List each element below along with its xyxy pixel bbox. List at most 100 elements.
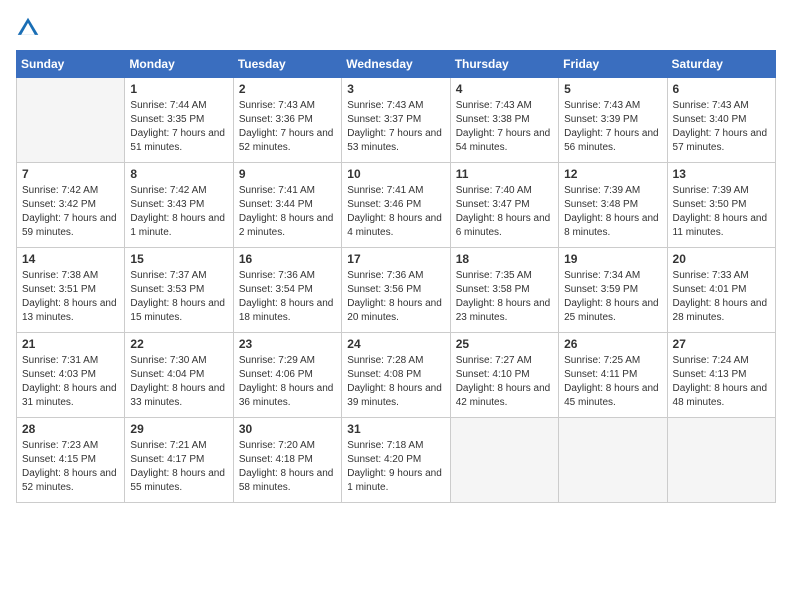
calendar-table: SundayMondayTuesdayWednesdayThursdayFrid… xyxy=(16,50,776,503)
day-number: 14 xyxy=(22,252,119,266)
calendar-cell: 6 Sunrise: 7:43 AM Sunset: 3:40 PM Daylig… xyxy=(667,78,775,163)
cell-content: Sunrise: 7:29 AM Sunset: 4:06 PM Dayligh… xyxy=(239,354,336,410)
calendar-cell: 15 Sunrise: 7:37 AM Sunset: 3:53 PM Dayli… xyxy=(125,248,233,333)
cell-content: Sunrise: 7:41 AM Sunset: 3:46 PM Dayligh… xyxy=(347,184,444,240)
day-number: 2 xyxy=(239,82,336,96)
day-number: 21 xyxy=(22,337,119,351)
cell-content: Sunrise: 7:21 AM Sunset: 4:17 PM Dayligh… xyxy=(130,439,227,495)
cell-content: Sunrise: 7:38 AM Sunset: 3:51 PM Dayligh… xyxy=(22,269,119,325)
calendar-cell xyxy=(667,418,775,503)
day-number: 11 xyxy=(456,167,553,181)
day-number: 15 xyxy=(130,252,227,266)
cell-content: Sunrise: 7:44 AM Sunset: 3:35 PM Dayligh… xyxy=(130,99,227,155)
day-number: 22 xyxy=(130,337,227,351)
day-number: 8 xyxy=(130,167,227,181)
calendar-cell: 21Sunrise: 7:31 AM Sunset: 4:03 PM Dayli… xyxy=(17,333,125,418)
day-number: 18 xyxy=(456,252,553,266)
calendar-cell: 27 Sunrise: 7:24 AM Sunset: 4:13 PM Dayli… xyxy=(667,333,775,418)
calendar-cell: 2 Sunrise: 7:43 AM Sunset: 3:36 PM Daylig… xyxy=(233,78,341,163)
cell-content: Sunrise: 7:20 AM Sunset: 4:18 PM Dayligh… xyxy=(239,439,336,495)
calendar-cell: 19Sunrise: 7:34 AM Sunset: 3:59 PM Dayli… xyxy=(559,248,667,333)
cell-content: Sunrise: 7:43 AM Sunset: 3:37 PM Dayligh… xyxy=(347,99,444,155)
day-number: 23 xyxy=(239,337,336,351)
day-number: 7 xyxy=(22,167,119,181)
calendar-cell: 3 Sunrise: 7:43 AM Sunset: 3:37 PM Daylig… xyxy=(342,78,450,163)
calendar-cell: 1 Sunrise: 7:44 AM Sunset: 3:35 PM Daylig… xyxy=(125,78,233,163)
week-row-2: 7 Sunrise: 7:42 AM Sunset: 3:42 PM Daylig… xyxy=(17,163,776,248)
cell-content: Sunrise: 7:43 AM Sunset: 3:36 PM Dayligh… xyxy=(239,99,336,155)
logo-icon xyxy=(16,16,40,40)
calendar-cell xyxy=(450,418,558,503)
calendar-cell: 20 Sunrise: 7:33 AM Sunset: 4:01 PM Dayli… xyxy=(667,248,775,333)
day-number: 6 xyxy=(673,82,770,96)
calendar-cell: 5 Sunrise: 7:43 AM Sunset: 3:39 PM Daylig… xyxy=(559,78,667,163)
day-number: 28 xyxy=(22,422,119,436)
day-number: 13 xyxy=(673,167,770,181)
calendar-cell: 10 Sunrise: 7:41 AM Sunset: 3:46 PM Dayli… xyxy=(342,163,450,248)
calendar-cell: 17 Sunrise: 7:36 AM Sunset: 3:56 PM Dayli… xyxy=(342,248,450,333)
cell-content: Sunrise: 7:23 AM Sunset: 4:15 PM Dayligh… xyxy=(22,439,119,495)
day-header-thursday: Thursday xyxy=(450,51,558,78)
day-number: 1 xyxy=(130,82,227,96)
day-number: 27 xyxy=(673,337,770,351)
cell-content: Sunrise: 7:39 AM Sunset: 3:50 PM Dayligh… xyxy=(673,184,770,240)
calendar-cell: 22 Sunrise: 7:30 AM Sunset: 4:04 PM Dayli… xyxy=(125,333,233,418)
week-row-5: 28 Sunrise: 7:23 AM Sunset: 4:15 PM Dayli… xyxy=(17,418,776,503)
calendar-cell: 29 Sunrise: 7:21 AM Sunset: 4:17 PM Dayli… xyxy=(125,418,233,503)
day-number: 10 xyxy=(347,167,444,181)
calendar-cell: 8 Sunrise: 7:42 AM Sunset: 3:43 PM Daylig… xyxy=(125,163,233,248)
day-number: 5 xyxy=(564,82,661,96)
calendar-cell: 11 Sunrise: 7:40 AM Sunset: 3:47 PM Dayli… xyxy=(450,163,558,248)
calendar-cell: 13 Sunrise: 7:39 AM Sunset: 3:50 PM Dayli… xyxy=(667,163,775,248)
cell-content: Sunrise: 7:36 AM Sunset: 3:56 PM Dayligh… xyxy=(347,269,444,325)
day-header-tuesday: Tuesday xyxy=(233,51,341,78)
calendar-cell: 26 Sunrise: 7:25 AM Sunset: 4:11 PM Dayli… xyxy=(559,333,667,418)
calendar-cell: 4Sunrise: 7:43 AM Sunset: 3:38 PM Daylig… xyxy=(450,78,558,163)
calendar-cell xyxy=(559,418,667,503)
day-header-sunday: Sunday xyxy=(17,51,125,78)
day-header-wednesday: Wednesday xyxy=(342,51,450,78)
logo xyxy=(16,16,44,40)
cell-content: Sunrise: 7:42 AM Sunset: 3:42 PM Dayligh… xyxy=(22,184,119,240)
cell-content: Sunrise: 7:33 AM Sunset: 4:01 PM Dayligh… xyxy=(673,269,770,325)
week-row-4: 21Sunrise: 7:31 AM Sunset: 4:03 PM Dayli… xyxy=(17,333,776,418)
cell-content: Sunrise: 7:36 AM Sunset: 3:54 PM Dayligh… xyxy=(239,269,336,325)
calendar-cell xyxy=(17,78,125,163)
day-number: 31 xyxy=(347,422,444,436)
cell-content: Sunrise: 7:43 AM Sunset: 3:38 PM Dayligh… xyxy=(456,99,553,155)
calendar-cell: 23 Sunrise: 7:29 AM Sunset: 4:06 PM Dayli… xyxy=(233,333,341,418)
calendar-cell: 28 Sunrise: 7:23 AM Sunset: 4:15 PM Dayli… xyxy=(17,418,125,503)
day-number: 9 xyxy=(239,167,336,181)
day-number: 25 xyxy=(456,337,553,351)
day-header-friday: Friday xyxy=(559,51,667,78)
day-number: 17 xyxy=(347,252,444,266)
cell-content: Sunrise: 7:40 AM Sunset: 3:47 PM Dayligh… xyxy=(456,184,553,240)
cell-content: Sunrise: 7:39 AM Sunset: 3:48 PM Dayligh… xyxy=(564,184,661,240)
calendar-header-row: SundayMondayTuesdayWednesdayThursdayFrid… xyxy=(17,51,776,78)
cell-content: Sunrise: 7:30 AM Sunset: 4:04 PM Dayligh… xyxy=(130,354,227,410)
calendar-cell: 24Sunrise: 7:28 AM Sunset: 4:08 PM Dayli… xyxy=(342,333,450,418)
calendar-cell: 30 Sunrise: 7:20 AM Sunset: 4:18 PM Dayli… xyxy=(233,418,341,503)
cell-content: Sunrise: 7:35 AM Sunset: 3:58 PM Dayligh… xyxy=(456,269,553,325)
cell-content: Sunrise: 7:18 AM Sunset: 4:20 PM Dayligh… xyxy=(347,439,444,495)
day-header-saturday: Saturday xyxy=(667,51,775,78)
cell-content: Sunrise: 7:43 AM Sunset: 3:40 PM Dayligh… xyxy=(673,99,770,155)
day-number: 20 xyxy=(673,252,770,266)
cell-content: Sunrise: 7:28 AM Sunset: 4:08 PM Dayligh… xyxy=(347,354,444,410)
day-number: 26 xyxy=(564,337,661,351)
day-header-monday: Monday xyxy=(125,51,233,78)
cell-content: Sunrise: 7:43 AM Sunset: 3:39 PM Dayligh… xyxy=(564,99,661,155)
week-row-3: 14 Sunrise: 7:38 AM Sunset: 3:51 PM Dayli… xyxy=(17,248,776,333)
calendar-cell: 12Sunrise: 7:39 AM Sunset: 3:48 PM Dayli… xyxy=(559,163,667,248)
cell-content: Sunrise: 7:24 AM Sunset: 4:13 PM Dayligh… xyxy=(673,354,770,410)
calendar-cell: 16Sunrise: 7:36 AM Sunset: 3:54 PM Dayli… xyxy=(233,248,341,333)
day-number: 3 xyxy=(347,82,444,96)
day-number: 29 xyxy=(130,422,227,436)
cell-content: Sunrise: 7:37 AM Sunset: 3:53 PM Dayligh… xyxy=(130,269,227,325)
cell-content: Sunrise: 7:25 AM Sunset: 4:11 PM Dayligh… xyxy=(564,354,661,410)
calendar-cell: 7 Sunrise: 7:42 AM Sunset: 3:42 PM Daylig… xyxy=(17,163,125,248)
calendar-cell: 9Sunrise: 7:41 AM Sunset: 3:44 PM Daylig… xyxy=(233,163,341,248)
day-number: 30 xyxy=(239,422,336,436)
calendar-cell: 18 Sunrise: 7:35 AM Sunset: 3:58 PM Dayli… xyxy=(450,248,558,333)
cell-content: Sunrise: 7:42 AM Sunset: 3:43 PM Dayligh… xyxy=(130,184,227,240)
